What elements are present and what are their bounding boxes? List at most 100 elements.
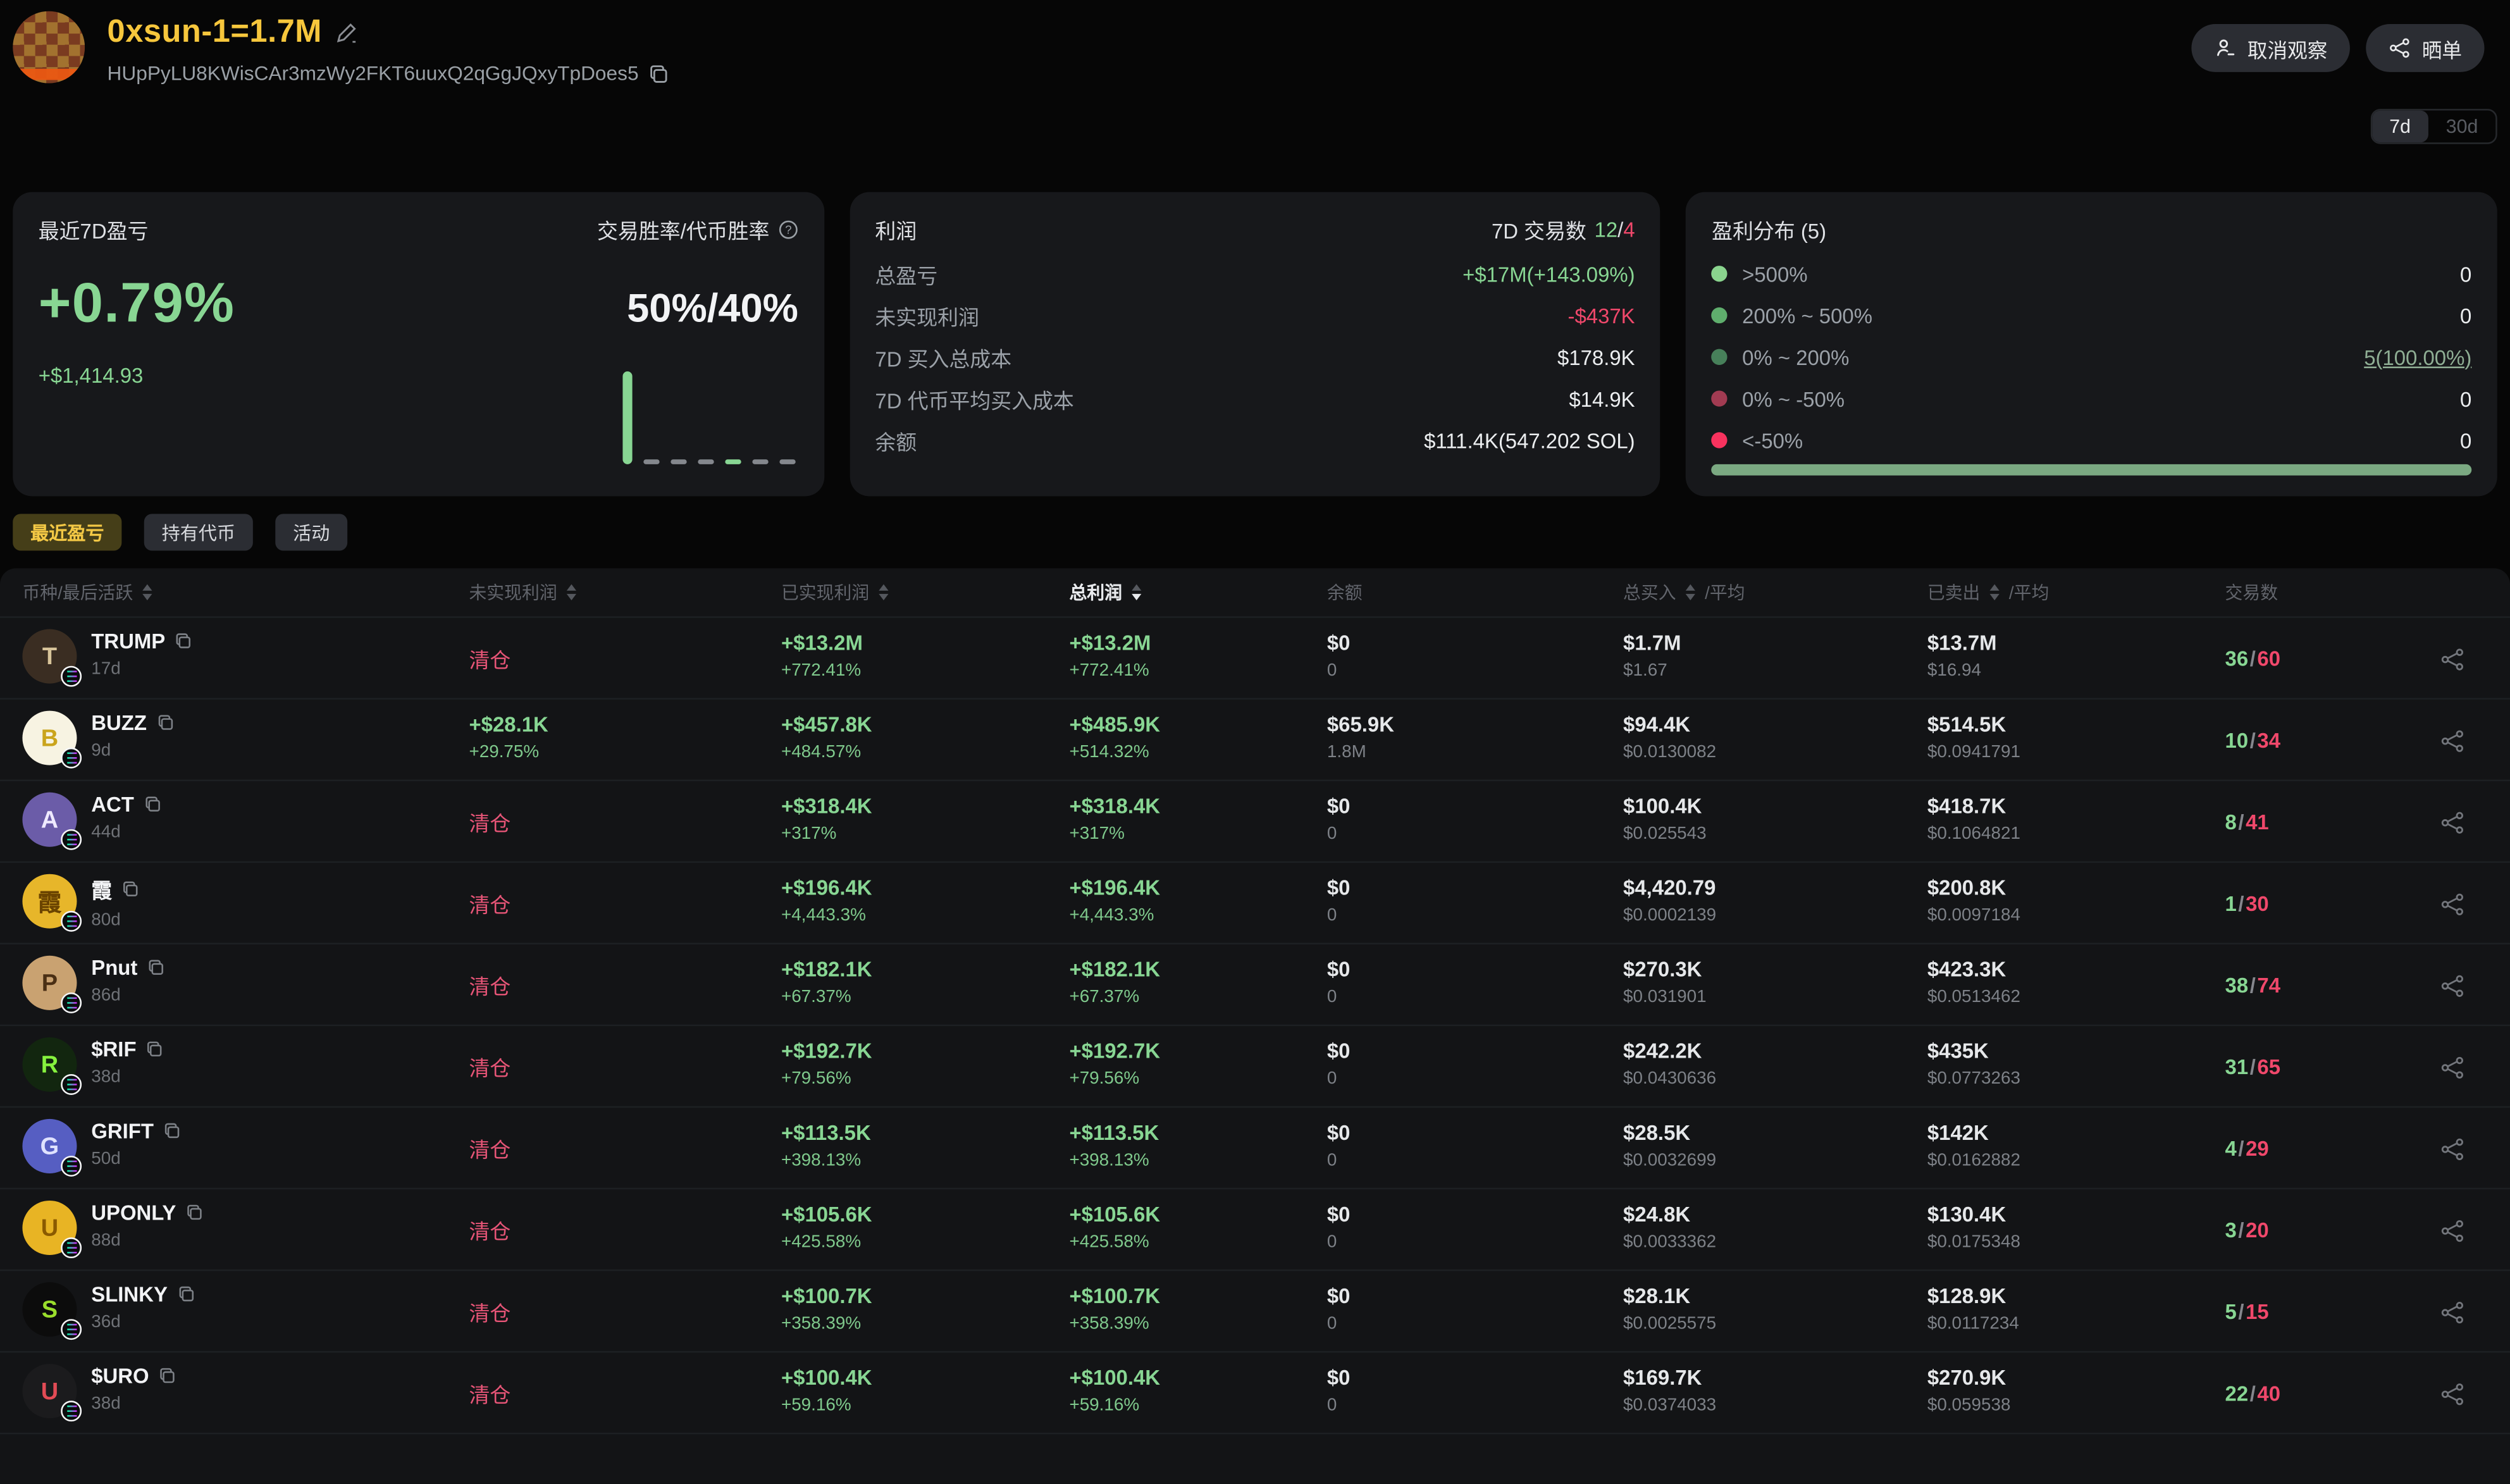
- token-last-active: 9d: [91, 741, 174, 760]
- token-cell: R $RIF 38d: [22, 1026, 469, 1108]
- col-unrealized[interactable]: 未实现利润: [469, 579, 781, 605]
- copy-token-icon[interactable]: [186, 1204, 204, 1221]
- table-body: T TRUMP 17d 清仓 +$13.2M +772.41% +$13.2M: [0, 618, 2510, 1435]
- table-row[interactable]: P Pnut 86d 清仓 +$182.1K +67.37% +$182.1K: [0, 944, 2510, 1026]
- token-name[interactable]: Pnut: [91, 956, 137, 980]
- cleared-badge: 清仓: [469, 1052, 510, 1082]
- sort-icon: [1990, 584, 2000, 600]
- copy-token-icon[interactable]: [146, 1041, 164, 1058]
- col-sold[interactable]: 已卖出 /平均: [1927, 579, 2225, 605]
- pnl-dash: [643, 459, 658, 464]
- token-last-active: 44d: [91, 823, 161, 842]
- copy-token-icon[interactable]: [159, 1367, 176, 1385]
- bought-cell: $270.3K $0.031901: [1623, 944, 1927, 1026]
- realized-cell: +$100.4K +59.16%: [781, 1352, 1070, 1434]
- sold-cell: $418.7K $0.1064821: [1927, 781, 2225, 863]
- wallet-avatar: [13, 11, 85, 83]
- tab-recent-pnl[interactable]: 最近盈亏: [13, 514, 121, 550]
- tab-activity[interactable]: 活动: [275, 514, 347, 550]
- realized-cell: +$192.7K +79.56%: [781, 1026, 1070, 1108]
- realized-cell: +$13.2M +772.41%: [781, 618, 1070, 700]
- share-row-icon[interactable]: [2440, 727, 2465, 753]
- bought-cell: $28.5K $0.0032699: [1623, 1108, 1927, 1189]
- token-last-active: 88d: [91, 1231, 203, 1250]
- balance-cell: $0 0: [1327, 1108, 1623, 1189]
- token-name[interactable]: 霞: [91, 874, 112, 905]
- range-7d[interactable]: 7d: [2371, 111, 2428, 143]
- token-name[interactable]: $URO: [91, 1364, 149, 1388]
- token-name[interactable]: SLINKY: [91, 1282, 168, 1306]
- share-trade-button[interactable]: 晒单: [2366, 24, 2484, 72]
- share-row-icon[interactable]: [2440, 1299, 2465, 1325]
- txs-label: 7D 交易数: [1492, 214, 1586, 245]
- table-row[interactable]: U UPONLY 88d 清仓 +$105.6K +425.58% +$105.: [0, 1189, 2510, 1271]
- winrate-title: 交易胜率/代币胜率: [597, 214, 769, 245]
- token-name[interactable]: ACT: [91, 793, 134, 817]
- tab-holdings[interactable]: 持有代币: [144, 514, 253, 550]
- distribution-title: 盈利分布 (5): [1712, 214, 1826, 245]
- pnl-dash: [725, 459, 741, 464]
- share-row-icon[interactable]: [2440, 1135, 2465, 1161]
- share-row-icon[interactable]: [2440, 1381, 2465, 1406]
- copy-token-icon[interactable]: [156, 714, 174, 732]
- col-total-profit[interactable]: 总利润: [1069, 579, 1326, 605]
- token-name[interactable]: BUZZ: [91, 711, 147, 735]
- token-name[interactable]: TRUMP: [91, 629, 165, 653]
- copy-token-icon[interactable]: [144, 796, 161, 813]
- cleared-badge: 清仓: [469, 643, 510, 674]
- token-name[interactable]: $RIF: [91, 1037, 136, 1061]
- token-cell: A ACT 44d: [22, 781, 469, 863]
- unrealized-cell: 清仓: [469, 1108, 781, 1189]
- copy-token-icon[interactable]: [147, 959, 165, 977]
- token-name[interactable]: GRIFT: [91, 1119, 154, 1143]
- copy-token-icon[interactable]: [175, 633, 192, 650]
- sold-cell: $423.3K $0.0513462: [1927, 944, 2225, 1026]
- realized-cell: +$457.8K +484.57%: [781, 700, 1070, 781]
- bucket-link[interactable]: 5(100.00%): [2364, 345, 2471, 369]
- unwatch-button[interactable]: 取消观察: [2191, 24, 2350, 72]
- distribution-row: 200% ~ 500% 0: [1712, 302, 2471, 328]
- share-row-icon[interactable]: [2440, 1054, 2465, 1079]
- table-row[interactable]: B BUZZ 9d +$28.1K +29.75% +$457.8K +484.…: [0, 700, 2510, 781]
- share-trade-label: 晒单: [2422, 33, 2462, 63]
- pnl-dash: [779, 459, 795, 464]
- realized-cell: +$182.1K +67.37%: [781, 944, 1070, 1026]
- help-icon[interactable]: ?: [777, 220, 798, 240]
- share-row-icon[interactable]: [2440, 891, 2465, 916]
- bought-cell: $1.7M $1.67: [1623, 618, 1927, 700]
- pnl-percent: +0.79%: [39, 272, 235, 336]
- unrealized-cell: 清仓: [469, 1026, 781, 1108]
- profit-row: 总盈亏 +$17M(+143.09%): [875, 261, 1635, 286]
- share-row-icon[interactable]: [2440, 1218, 2465, 1243]
- copy-token-icon[interactable]: [121, 881, 139, 898]
- realized-cell: +$113.5K +398.13%: [781, 1108, 1070, 1189]
- range-30d[interactable]: 30d: [2428, 111, 2495, 143]
- copy-token-icon[interactable]: [163, 1122, 181, 1140]
- table-row[interactable]: 霞 霞 80d 清仓 +$196.4K +4,443.3% +$196.4K: [0, 863, 2510, 944]
- cleared-badge: 清仓: [469, 807, 510, 837]
- share-row-icon[interactable]: [2440, 972, 2465, 998]
- table-row[interactable]: S SLINKY 36d 清仓 +$100.7K +358.39% +$100.: [0, 1271, 2510, 1352]
- table-row[interactable]: G GRIFT 50d 清仓 +$113.5K +398.13% +$113.5: [0, 1108, 2510, 1189]
- table-row[interactable]: T TRUMP 17d 清仓 +$13.2M +772.41% +$13.2M: [0, 618, 2510, 700]
- token-name[interactable]: UPONLY: [91, 1201, 176, 1225]
- sold-cell: $13.7M $16.94: [1927, 618, 2225, 700]
- share-row-icon[interactable]: [2440, 809, 2465, 834]
- copy-address-icon[interactable]: [648, 63, 669, 84]
- balance-cell: $0 0: [1327, 1271, 1623, 1352]
- col-bought[interactable]: 总买入 /平均: [1623, 579, 1927, 605]
- table-row[interactable]: A ACT 44d 清仓 +$318.4K +317% +$318.4K: [0, 781, 2510, 863]
- col-token[interactable]: 币种/最后活跃: [22, 579, 469, 605]
- col-balance: 余额: [1327, 579, 1623, 605]
- table-row[interactable]: U $URO 38d 清仓 +$100.4K +59.16% +$100.4K: [0, 1352, 2510, 1434]
- col-realized[interactable]: 已实现利润: [781, 579, 1070, 605]
- share-row-icon[interactable]: [2440, 646, 2465, 671]
- table-row[interactable]: R $RIF 38d 清仓 +$192.7K +79.56% +$192.7K: [0, 1026, 2510, 1108]
- wallet-name: 0xsun-1=1.7M: [108, 15, 322, 51]
- edit-name-icon[interactable]: [335, 21, 359, 45]
- bought-cell: $4,420.79 $0.0002139: [1623, 863, 1927, 944]
- copy-token-icon[interactable]: [177, 1285, 195, 1303]
- token-cell: S SLINKY 36d: [22, 1271, 469, 1352]
- unrealized-cell: 清仓: [469, 863, 781, 944]
- wallet-dashboard: 0xsun-1=1.7M HUpPyLU8KWisCAr3mzWy2FKT6uu…: [0, 0, 2510, 1436]
